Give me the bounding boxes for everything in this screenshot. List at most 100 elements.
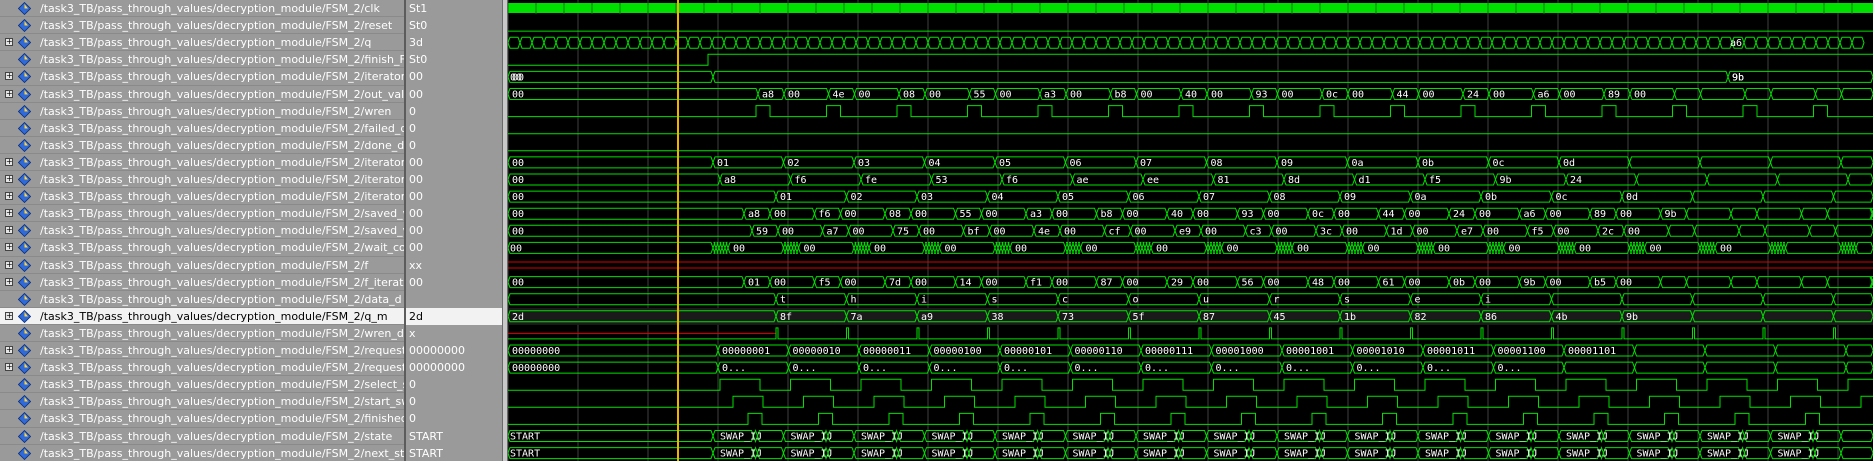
bus-segment — [1077, 241, 1082, 254]
bus-segment — [555, 36, 569, 49]
bus-segment — [1621, 293, 1694, 306]
signal-row[interactable]: + /task3_TB/pass_through_values/decryptio… — [0, 34, 404, 51]
signal-row[interactable]: /task3_TB/pass_through_values/decryption… — [0, 428, 404, 445]
expand-icon[interactable]: + — [5, 311, 13, 320]
signal-name: /task3_TB/pass_through_values/decryption… — [40, 70, 404, 84]
bus-value: 00 — [1479, 209, 1491, 220]
signal-row[interactable]: + /task3_TB/pass_through_values/decryptio… — [0, 359, 404, 376]
expand-icon[interactable]: + — [5, 89, 13, 98]
signal-name: /task3_TB/pass_through_values/decryption… — [40, 155, 404, 169]
bus-segment — [1635, 241, 1640, 254]
expand-icon[interactable]: + — [5, 209, 13, 218]
bus-segment — [1539, 36, 1553, 49]
bus-value: 00 — [1064, 226, 1076, 237]
bus-segment — [807, 36, 821, 49]
signal-row[interactable]: /task3_TB/pass_through_values/decryption… — [0, 17, 404, 34]
signal-name: /task3_TB/pass_through_values/decryption… — [40, 241, 404, 255]
waveform-pane[interactable]: a6 00 9b 00 9b 00 a8 00 4e 00 08 00 55 00 a3 00 b8 00 40 00… — [508, 0, 1873, 461]
expand-icon[interactable]: + — [5, 363, 13, 372]
clk-trace — [508, 3, 1873, 13]
signal-value: St0 — [409, 53, 428, 67]
signal-name: /task3_TB/pass_through_values/decryption… — [40, 19, 393, 33]
signal-name-pane[interactable]: /task3_TB/pass_through_values/decryption… — [0, 0, 404, 461]
bus-segment — [508, 70, 714, 83]
bus-segment — [1704, 344, 1777, 357]
expand-icon[interactable]: + — [5, 277, 13, 286]
bus-segment — [1383, 36, 1397, 49]
bus-segment — [1756, 207, 1803, 220]
expand-icon[interactable]: + — [5, 72, 13, 81]
bus-segment — [1575, 36, 1589, 49]
expand-icon[interactable]: + — [5, 243, 13, 252]
signal-row[interactable]: /task3_TB/pass_through_values/decryption… — [0, 410, 404, 427]
signal-row[interactable]: + /task3_TB/pass_through_values/decryptio… — [0, 188, 404, 205]
bus-value: 00 — [1000, 90, 1012, 101]
bus-value: 00 — [1409, 278, 1421, 289]
bus-segment — [1738, 224, 1766, 237]
signal-name: /task3_TB/pass_through_values/decryption… — [40, 121, 404, 135]
bus-segment — [927, 36, 941, 49]
waveform-canvas[interactable]: a6 00 9b 00 9b 00 a8 00 4e 00 08 00 55 00 a3 00 b8 00 40 00… — [508, 0, 1873, 461]
bus-segment — [859, 241, 864, 254]
bus-segment — [687, 36, 701, 49]
bus-segment — [712, 241, 717, 254]
signal-row[interactable]: + /task3_TB/pass_through_values/decryptio… — [0, 171, 404, 188]
bus-value: 00001100 — [1498, 346, 1546, 357]
bus-segment — [543, 36, 557, 49]
bus-segment — [1443, 36, 1457, 49]
signal-value-pane[interactable]: St1 St0 3d St0 00 00 0 0 0 00 00 00 00 00 00 xx 00 2d x 000… — [406, 0, 502, 461]
signal-row[interactable]: /task3_TB/pass_through_values/decryption… — [0, 0, 404, 17]
signal-row[interactable]: /task3_TB/pass_through_values/decryption… — [0, 445, 404, 461]
bus-value: SWAP_IJ — [1637, 432, 1679, 443]
bus-value: 0c — [1326, 90, 1338, 101]
bus-value: 00 — [986, 278, 998, 289]
signal-row[interactable]: + /task3_TB/pass_through_values/decryptio… — [0, 274, 404, 291]
bus-value: ae — [1077, 175, 1089, 186]
expand-icon[interactable]: + — [5, 346, 13, 354]
bus-segment — [1000, 241, 1005, 254]
signal-row[interactable]: /task3_TB/pass_through_values/decryption… — [0, 120, 404, 137]
expand-icon[interactable]: + — [5, 226, 13, 235]
signal-row[interactable]: /task3_TB/pass_through_values/decryption… — [0, 103, 404, 120]
bus-value: r — [1274, 295, 1280, 306]
signal-row[interactable]: /task3_TB/pass_through_values/decryption… — [0, 291, 404, 308]
bus-segment — [1467, 36, 1481, 49]
signal-name: /task3_TB/pass_through_values/decryption… — [40, 292, 402, 306]
signal-row[interactable]: /task3_TB/pass_through_values/decryption… — [0, 137, 404, 154]
signal-row[interactable]: + /task3_TB/pass_through_values/decryptio… — [0, 86, 404, 103]
bus-value: SWAP_IJ — [1496, 432, 1538, 443]
bus-value: 0... — [1145, 363, 1169, 374]
signal-row[interactable]: + /task3_TB/pass_through_values/decryptio… — [0, 257, 404, 274]
signal-row[interactable]: /task3_TB/pass_through_values/decryption… — [0, 325, 404, 342]
bus-value: 00 — [1579, 243, 1591, 254]
signal-row[interactable]: /task3_TB/pass_through_values/decryption… — [0, 51, 404, 68]
expand-icon[interactable]: + — [5, 175, 13, 183]
signal-row[interactable]: + /task3_TB/pass_through_values/decryptio… — [0, 239, 404, 256]
bus-segment — [1641, 241, 1646, 254]
signal-row[interactable]: + /task3_TB/pass_through_values/decryptio… — [0, 154, 404, 171]
expand-icon[interactable]: + — [5, 38, 13, 47]
bus-value: 00 — [1550, 278, 1562, 289]
bus-value: 00 — [1127, 209, 1139, 220]
bus-value: SWAP_IJ — [1284, 432, 1326, 443]
signal-icon — [18, 104, 31, 118]
signal-row[interactable]: + /task3_TB/pass_through_values/decryptio… — [0, 205, 404, 222]
signal-row[interactable]: /task3_TB/pass_through_values/decryption… — [0, 376, 404, 393]
bus-segment — [1636, 173, 1708, 186]
signal-value: 3d — [409, 36, 423, 50]
bus-segment — [723, 36, 737, 49]
expand-icon[interactable]: + — [5, 157, 13, 166]
bus-segment — [1239, 36, 1253, 49]
signal-name: /task3_TB/pass_through_values/decryption… — [40, 36, 372, 50]
bus-segment — [1700, 88, 1746, 100]
signal-row[interactable]: + /task3_TB/pass_through_values/decryptio… — [0, 307, 404, 325]
bus-value: f5 — [819, 278, 831, 289]
signal-row[interactable]: + /task3_TB/pass_through_values/decryptio… — [0, 68, 404, 85]
signal-row[interactable]: /task3_TB/pass_through_values/decryption… — [0, 393, 404, 410]
expand-icon[interactable]: + — [5, 192, 13, 201]
bus-segment — [508, 293, 777, 306]
signal-row[interactable]: + /task3_TB/pass_through_values/decryptio… — [0, 342, 404, 359]
expand-icon[interactable]: + — [5, 260, 13, 269]
bus-segment — [1359, 241, 1364, 254]
signal-row[interactable]: + /task3_TB/pass_through_values/decryptio… — [0, 222, 404, 239]
